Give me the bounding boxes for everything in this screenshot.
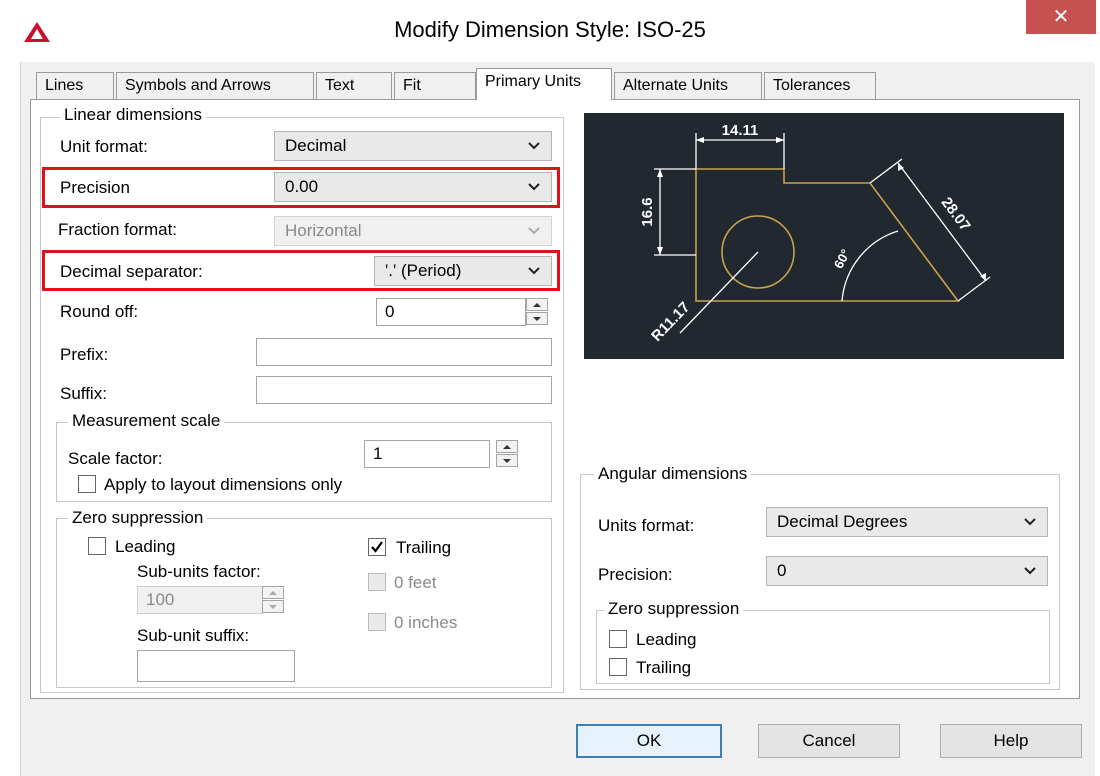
preview-drawing: 14.11 16.6 28.07 60° R11.17 bbox=[639, 122, 991, 345]
decimal-separator-value: '.' (Period) bbox=[385, 261, 462, 280]
help-button[interactable]: Help bbox=[940, 724, 1082, 758]
apply-layout-checkbox[interactable] bbox=[78, 475, 96, 493]
zero-inches-checkbox bbox=[368, 613, 386, 631]
angular-precision-label: Precision: bbox=[598, 565, 673, 584]
tab-tolerances[interactable]: Tolerances bbox=[764, 72, 876, 99]
angular-leading-label: Leading bbox=[636, 630, 697, 649]
dim-aligned-text: 28.07 bbox=[938, 194, 974, 234]
tab-text[interactable]: Text bbox=[316, 72, 392, 99]
chevron-down-icon bbox=[528, 142, 540, 150]
zero-inches-label: 0 inches bbox=[394, 613, 458, 632]
suffix-input[interactable] bbox=[256, 376, 552, 404]
tab-symbols-and-arrows[interactable]: Symbols and Arrows bbox=[116, 72, 314, 99]
dimension-preview: 14.11 16.6 28.07 60° R11.17 bbox=[584, 113, 1064, 359]
unit-format-value: Decimal bbox=[285, 136, 347, 155]
linear-dimensions-legend: Linear dimensions bbox=[60, 105, 206, 125]
tab-lines[interactable]: Lines bbox=[36, 72, 114, 99]
sub-units-factor-label: Sub-units factor: bbox=[137, 562, 261, 581]
precision-select[interactable]: 0.00 bbox=[274, 172, 552, 202]
decimal-separator-select[interactable]: '.' (Period) bbox=[374, 256, 552, 286]
window-title: Modify Dimension Style: ISO-25 bbox=[394, 17, 706, 42]
round-off-spinner[interactable] bbox=[526, 298, 548, 326]
angular-precision-select[interactable]: 0 bbox=[766, 556, 1048, 586]
chevron-down-icon bbox=[528, 183, 540, 191]
scale-factor-input[interactable]: 1 bbox=[364, 440, 490, 468]
sub-unit-suffix-label: Sub-unit suffix: bbox=[137, 626, 250, 645]
precision-label: Precision bbox=[60, 178, 130, 197]
ok-button[interactable]: OK bbox=[576, 724, 722, 758]
measurement-scale-legend: Measurement scale bbox=[68, 411, 225, 431]
preview-part-outline bbox=[695, 168, 960, 302]
close-button[interactable]: ✕ bbox=[1026, 0, 1096, 34]
angular-trailing-checkbox[interactable] bbox=[609, 658, 627, 676]
angular-units-format-select[interactable]: Decimal Degrees bbox=[766, 507, 1048, 537]
angular-precision-value: 0 bbox=[777, 561, 787, 580]
chevron-down-icon bbox=[528, 227, 540, 235]
precision-value: 0.00 bbox=[285, 177, 319, 196]
tab-primary-units[interactable]: Primary Units bbox=[476, 68, 612, 100]
angular-zero-suppression-legend: Zero suppression bbox=[604, 599, 744, 619]
dim-angle-text: 60° bbox=[831, 247, 853, 271]
round-off-input[interactable]: 0 bbox=[376, 298, 526, 326]
chevron-down-icon bbox=[1024, 567, 1036, 575]
zero-feet-label: 0 feet bbox=[394, 573, 437, 592]
dim-vertical-text: 16.6 bbox=[639, 197, 656, 226]
scale-factor-label: Scale factor: bbox=[68, 449, 163, 468]
sub-units-factor-spinner bbox=[262, 586, 284, 614]
title-bar: Modify Dimension Style: ISO-25 ✕ bbox=[0, 0, 1100, 62]
angular-units-format-label: Units format: bbox=[598, 516, 695, 535]
round-off-label: Round off: bbox=[60, 302, 139, 321]
leading-label: Leading bbox=[115, 537, 176, 556]
check-icon bbox=[371, 541, 383, 553]
leading-checkbox[interactable] bbox=[88, 537, 106, 555]
fraction-format-value: Horizontal bbox=[285, 221, 362, 240]
chevron-down-icon bbox=[528, 267, 540, 275]
zero-suppression-legend: Zero suppression bbox=[68, 508, 208, 528]
decimal-separator-label: Decimal separator: bbox=[60, 262, 203, 281]
angular-leading-checkbox[interactable] bbox=[609, 630, 627, 648]
dim-horizontal-text: 14.11 bbox=[722, 122, 759, 139]
unit-format-select[interactable]: Decimal bbox=[274, 131, 552, 161]
angular-units-format-value: Decimal Degrees bbox=[777, 512, 908, 531]
apply-layout-label: Apply to layout dimensions only bbox=[104, 475, 343, 494]
trailing-label: Trailing bbox=[396, 538, 452, 557]
angular-dimensions-legend: Angular dimensions bbox=[594, 464, 752, 484]
fraction-format-select: Horizontal bbox=[274, 216, 552, 246]
dim-radius-text: R11.17 bbox=[648, 299, 693, 345]
suffix-label: Suffix: bbox=[60, 384, 107, 403]
scale-factor-spinner[interactable] bbox=[496, 440, 518, 468]
tab-alternate-units[interactable]: Alternate Units bbox=[614, 72, 762, 99]
fraction-format-label: Fraction format: bbox=[58, 220, 178, 239]
prefix-input[interactable] bbox=[256, 338, 552, 366]
prefix-label: Prefix: bbox=[60, 345, 109, 364]
sub-units-factor-input: 100 bbox=[137, 586, 263, 614]
tab-fit[interactable]: Fit bbox=[394, 72, 476, 99]
sub-unit-suffix-input[interactable] bbox=[137, 650, 295, 682]
trailing-checkbox[interactable] bbox=[368, 538, 386, 556]
angular-trailing-label: Trailing bbox=[636, 658, 692, 677]
unit-format-label: Unit format: bbox=[60, 137, 148, 156]
zero-feet-checkbox bbox=[368, 573, 386, 591]
cancel-button[interactable]: Cancel bbox=[758, 724, 900, 758]
chevron-down-icon bbox=[1024, 518, 1036, 526]
